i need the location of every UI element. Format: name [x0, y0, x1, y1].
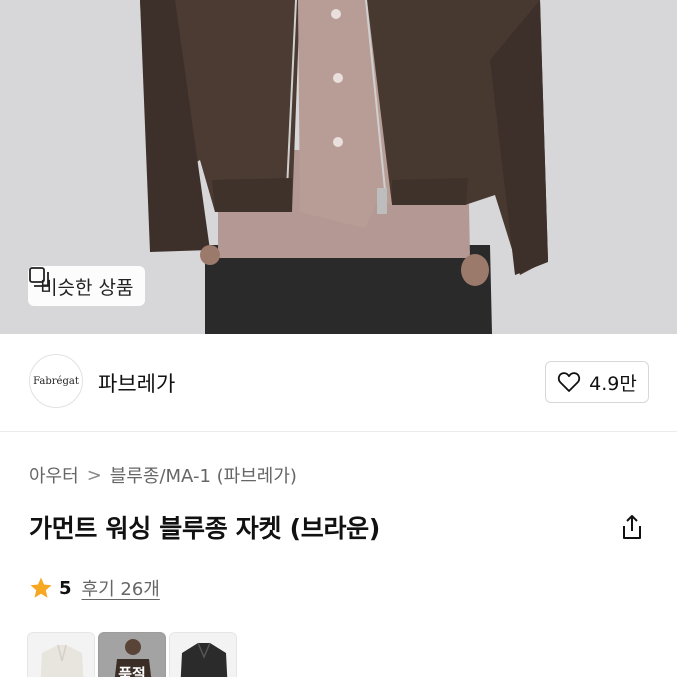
breadcrumb-item-category[interactable]: 아우터: [29, 462, 79, 488]
variant-image: [40, 644, 84, 677]
breadcrumb-separator: >: [86, 464, 102, 486]
brand-like-button[interactable]: 4.9만: [545, 361, 649, 403]
rating-score: 5: [59, 577, 72, 599]
variant-thumbnail[interactable]: [169, 632, 237, 677]
similar-items-button[interactable]: 비슷한 상품: [28, 266, 146, 306]
similar-items-icon: [29, 267, 49, 287]
product-hero-image[interactable]: 비슷한 상품: [0, 0, 677, 334]
share-icon[interactable]: [618, 513, 646, 541]
rating-row: 5 후기 26개: [29, 575, 160, 601]
variant-thumbnail[interactable]: [27, 632, 95, 677]
sold-out-badge: 품절: [118, 665, 146, 677]
review-count-link[interactable]: 후기 26개: [82, 575, 160, 601]
heart-icon: [558, 372, 581, 392]
breadcrumb-item-subcategory[interactable]: 블루종/MA-1 (파브레가): [110, 462, 297, 488]
brand-logo[interactable]: Fabrégat: [29, 354, 83, 408]
brand-name[interactable]: 파브레가: [98, 368, 175, 398]
brand-row: Fabrégat 파브레가 4.9만: [0, 334, 677, 432]
variant-thumbnail[interactable]: 품절: [98, 632, 166, 677]
product-title: 가먼트 워싱 블루종 자켓 (브라운): [29, 514, 380, 543]
similar-items-label: 비슷한 상품: [40, 276, 134, 299]
brand-logo-text: Fabrégat: [33, 375, 79, 387]
breadcrumb: 아우터 > 블루종/MA-1 (파브레가): [29, 462, 297, 488]
like-count: 4.9만: [589, 372, 637, 395]
variant-image: [180, 642, 228, 677]
color-variant-thumbnails: 품절: [27, 632, 237, 677]
star-icon: [30, 577, 52, 598]
